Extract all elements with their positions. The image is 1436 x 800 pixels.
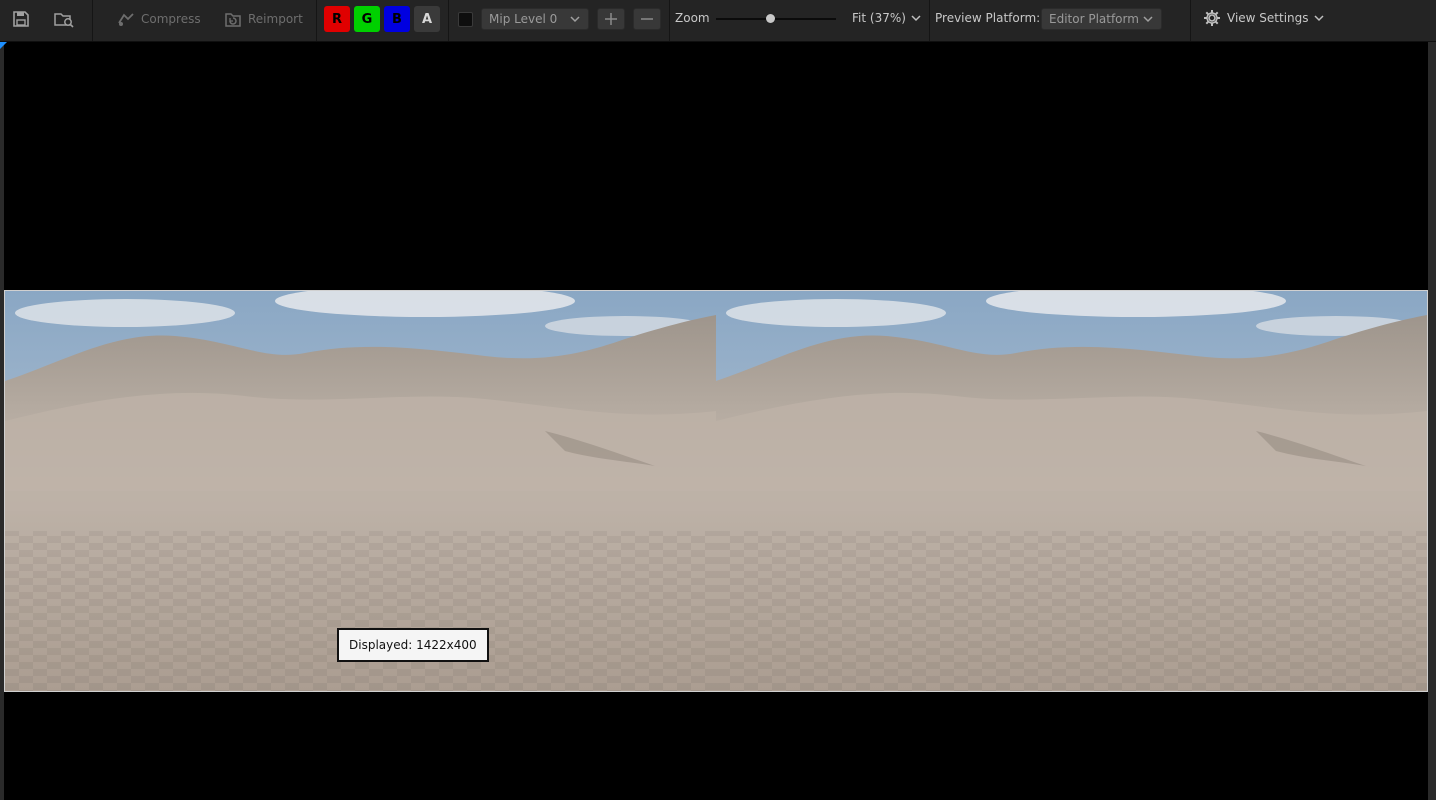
channel-alpha-toggle[interactable]: A [414, 6, 440, 32]
channel-red-toggle[interactable]: R [324, 6, 350, 32]
minus-icon [641, 18, 653, 20]
mip-decrease-button[interactable] [633, 8, 661, 30]
plus-icon [605, 13, 617, 25]
mip-increase-button[interactable] [597, 8, 625, 30]
preview-platform-label: Preview Platform: [935, 11, 1041, 25]
preview-platform-value: Editor Platform [1049, 12, 1139, 26]
zoom-label: Zoom [675, 11, 710, 25]
display-size-tooltip: Displayed: 1422x400 [337, 628, 489, 662]
compress-icon [118, 13, 134, 26]
chevron-down-icon [570, 16, 580, 23]
chevron-down-icon [911, 15, 921, 22]
toolbar: Compress Reimport R G B A Mip Level 0 Zo… [0, 0, 1436, 42]
mip-level-dropdown[interactable]: Mip Level 0 [481, 8, 589, 30]
zoom-slider[interactable] [716, 18, 836, 20]
reimport-icon [225, 13, 241, 27]
chevron-down-icon [1313, 15, 1324, 22]
compress-label: Compress [141, 12, 201, 26]
browse-icon[interactable] [50, 6, 78, 32]
zoom-fit-value: Fit (37%) [852, 11, 906, 25]
preview-platform-dropdown[interactable]: Editor Platform [1041, 8, 1162, 30]
viewport-focus-marker [0, 42, 7, 49]
desert-texture-image [5, 291, 1427, 691]
gear-icon [1204, 10, 1220, 26]
view-settings-label: View Settings [1227, 11, 1309, 25]
chevron-down-icon [1143, 16, 1153, 23]
compress-button[interactable]: Compress [116, 6, 201, 32]
reimport-button[interactable]: Reimport [223, 6, 303, 32]
reimport-label: Reimport [248, 12, 303, 26]
view-settings-button[interactable]: View Settings [1203, 9, 1324, 27]
mip-level-value: Mip Level 0 [489, 12, 558, 26]
save-icon[interactable] [7, 6, 35, 32]
zoom-slider-thumb[interactable] [765, 14, 775, 23]
channel-blue-toggle[interactable]: B [384, 6, 410, 32]
channel-green-toggle[interactable]: G [354, 6, 380, 32]
zoom-fit-dropdown[interactable]: Fit (37%) [852, 11, 921, 25]
texture-preview [4, 290, 1428, 692]
mip-level-checkbox[interactable] [458, 12, 473, 27]
